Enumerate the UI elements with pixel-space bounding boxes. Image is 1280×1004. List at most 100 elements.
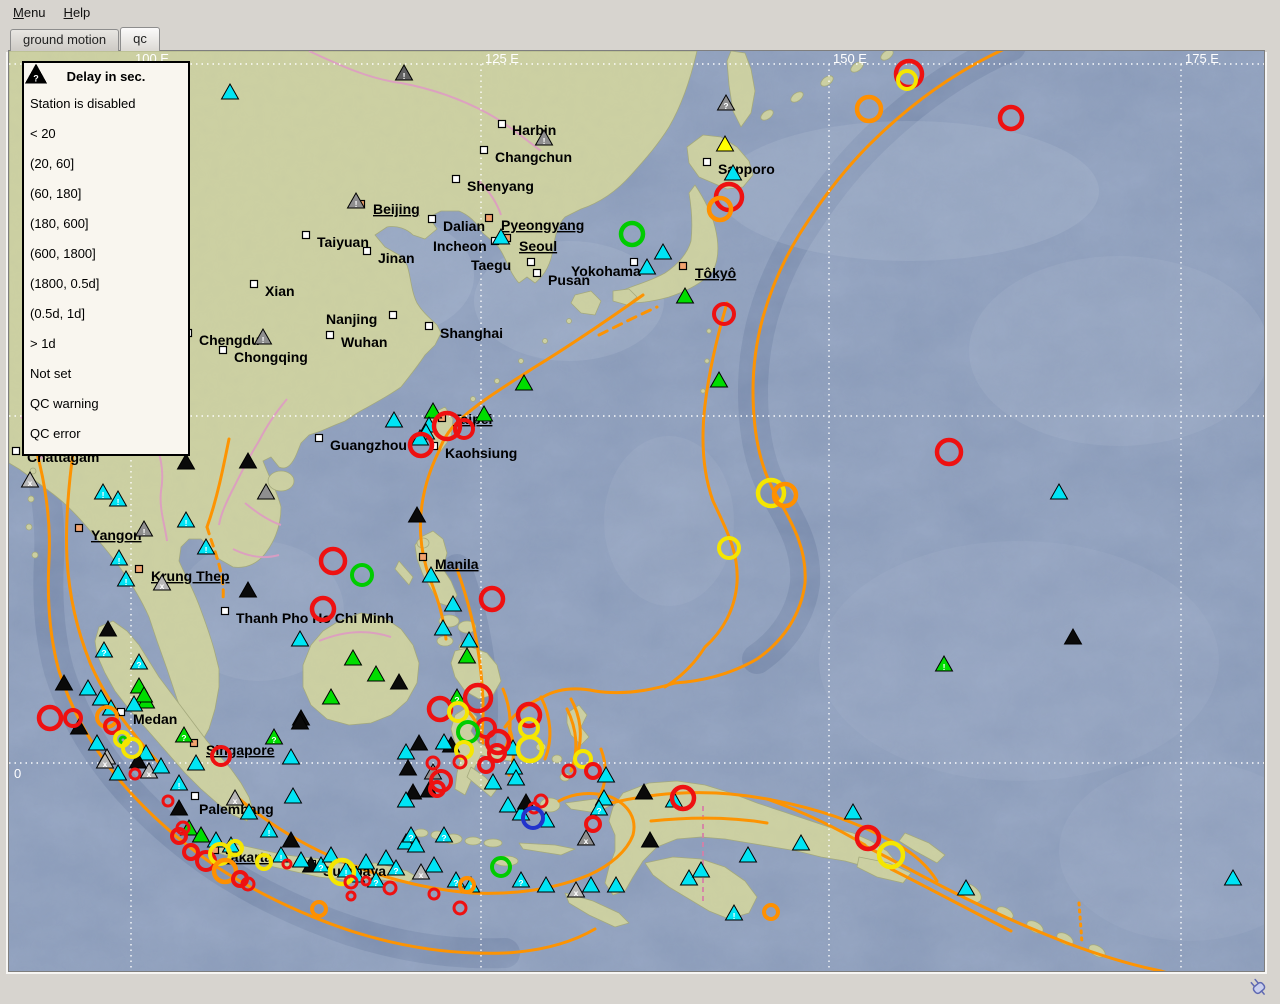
latitude-label: 0	[14, 766, 21, 781]
svg-text:Changchun: Changchun	[495, 149, 572, 165]
legend-item: (60, 180]	[30, 178, 182, 208]
svg-text:Xian: Xian	[265, 283, 295, 299]
app-window: { "menu": {"items": [{"label": "Menu"}, …	[0, 0, 1280, 1004]
legend-item: < 20	[30, 118, 182, 148]
svg-text:Beijing: Beijing	[373, 201, 420, 217]
map-frame: 100 E125 E150 E175 E0 HarbinChangchunShe…	[8, 50, 1265, 972]
svg-text:Chongqing: Chongqing	[234, 349, 308, 365]
svg-text:!: !	[125, 577, 128, 587]
city-guangzhou: Guangzhou	[316, 435, 408, 454]
svg-text:Shenyang: Shenyang	[467, 178, 534, 194]
svg-text:Pyeongyang: Pyeongyang	[501, 217, 584, 233]
legend-label: Not set	[30, 366, 71, 381]
svg-text:!: !	[178, 781, 181, 791]
map-canvas[interactable]: 100 E125 E150 E175 E0 HarbinChangchunShe…	[9, 51, 1264, 971]
menu-bar: MenuHelp	[0, 0, 1280, 24]
svg-text:Medan: Medan	[133, 711, 177, 727]
legend-label: QC error	[30, 426, 81, 441]
legend-item: > 1d	[30, 328, 182, 358]
svg-text:Yangon: Yangon	[91, 527, 142, 543]
svg-text:x: x	[28, 478, 33, 488]
longitude-label: 125 E	[485, 51, 519, 66]
svg-text:x: x	[147, 769, 152, 779]
svg-text:Kaohsiung: Kaohsiung	[445, 445, 517, 461]
city-changchun: Changchun	[481, 147, 573, 166]
svg-text:!: !	[117, 497, 120, 507]
status-bar	[0, 972, 1280, 1004]
svg-text:?: ?	[441, 833, 446, 843]
svg-text:?: ?	[318, 863, 323, 873]
legend-label: (180, 600]	[30, 216, 89, 231]
svg-text:!: !	[268, 828, 271, 838]
menu-item-help[interactable]: Help	[55, 2, 100, 23]
svg-text:!: !	[262, 335, 265, 345]
svg-text:?: ?	[723, 101, 728, 111]
svg-text:x: x	[419, 870, 424, 880]
legend: Delay in sec. xStation is disabled < 20 (2…	[22, 61, 190, 456]
svg-text:Wuhan: Wuhan	[341, 334, 387, 350]
menu-item-menu[interactable]: Menu	[4, 2, 55, 23]
legend-item: ?QC error	[30, 418, 182, 448]
legend-label: (0.5d, 1d]	[30, 306, 85, 321]
svg-text:Incheon: Incheon	[433, 238, 487, 254]
svg-text:?: ?	[136, 660, 141, 670]
tab-qc[interactable]: qc	[120, 27, 160, 51]
svg-text:!: !	[403, 71, 406, 81]
svg-text:Taiyuan: Taiyuan	[317, 234, 369, 250]
legend-item: !QC warning	[30, 388, 182, 418]
legend-label: < 20	[30, 126, 56, 141]
svg-text:!: !	[205, 545, 208, 555]
legend-label: (20, 60]	[30, 156, 74, 171]
legend-item: (180, 600]	[30, 208, 182, 238]
svg-text:?: ?	[408, 833, 413, 843]
svg-text:?: ?	[271, 735, 276, 745]
svg-text:?: ?	[33, 74, 39, 84]
svg-text:x: x	[574, 888, 579, 898]
svg-text:x: x	[584, 836, 589, 846]
svg-text:!: !	[943, 662, 946, 672]
legend-item: Not set	[30, 358, 182, 388]
svg-text:Guangzhou: Guangzhou	[330, 437, 407, 453]
svg-text:!: !	[733, 911, 736, 921]
svg-text:Manila: Manila	[435, 556, 479, 572]
svg-text:!: !	[543, 136, 546, 146]
svg-text:!: !	[143, 527, 146, 537]
svg-text:?: ?	[518, 878, 523, 888]
svg-text:Tôkyô: Tôkyô	[695, 265, 736, 281]
svg-text:Dalian: Dalian	[443, 218, 485, 234]
legend-title: Delay in sec.	[30, 69, 182, 84]
svg-text:Shanghai: Shanghai	[440, 325, 503, 341]
legend-item: (600, 1800]	[30, 238, 182, 268]
legend-item: xStation is disabled	[30, 88, 182, 118]
svg-text:Sapporo: Sapporo	[718, 161, 775, 177]
svg-text:?: ?	[596, 806, 601, 816]
svg-text:!: !	[102, 490, 105, 500]
svg-text:!: !	[185, 518, 188, 528]
svg-text:Harbin: Harbin	[512, 122, 556, 138]
legend-label: (1800, 0.5d]	[30, 276, 99, 291]
legend-label: (60, 180]	[30, 186, 81, 201]
svg-text:Taegu: Taegu	[471, 257, 511, 273]
svg-text:?: ?	[453, 878, 458, 888]
city-thanh-pho-ho-chi-minh: Thanh Pho Ho Chi Minh	[222, 608, 394, 627]
legend-item: (20, 60]	[30, 148, 182, 178]
svg-text:!: !	[118, 556, 121, 566]
legend-item: (0.5d, 1d]	[30, 298, 182, 328]
svg-text:?: ?	[373, 878, 378, 888]
legend-label: > 1d	[30, 336, 56, 351]
legend-label: (600, 1800]	[30, 246, 96, 261]
tab-bar: ground motionqc	[10, 30, 161, 51]
svg-text:?: ?	[393, 866, 398, 876]
svg-text:Chengdu: Chengdu	[199, 332, 260, 348]
tab-ground-motion[interactable]: ground motion	[10, 29, 119, 51]
svg-text:?: ?	[181, 733, 186, 743]
svg-text:Jinan: Jinan	[378, 250, 415, 266]
svg-text:Yokohama: Yokohama	[571, 263, 641, 279]
svg-text:x: x	[103, 759, 108, 769]
legend-label: QC warning	[30, 396, 99, 411]
svg-text:x: x	[160, 581, 165, 591]
svg-text:?: ?	[101, 648, 106, 658]
legend-item: (1800, 0.5d]	[30, 268, 182, 298]
connection-plug-icon	[1247, 977, 1271, 999]
svg-text:x: x	[233, 796, 238, 806]
